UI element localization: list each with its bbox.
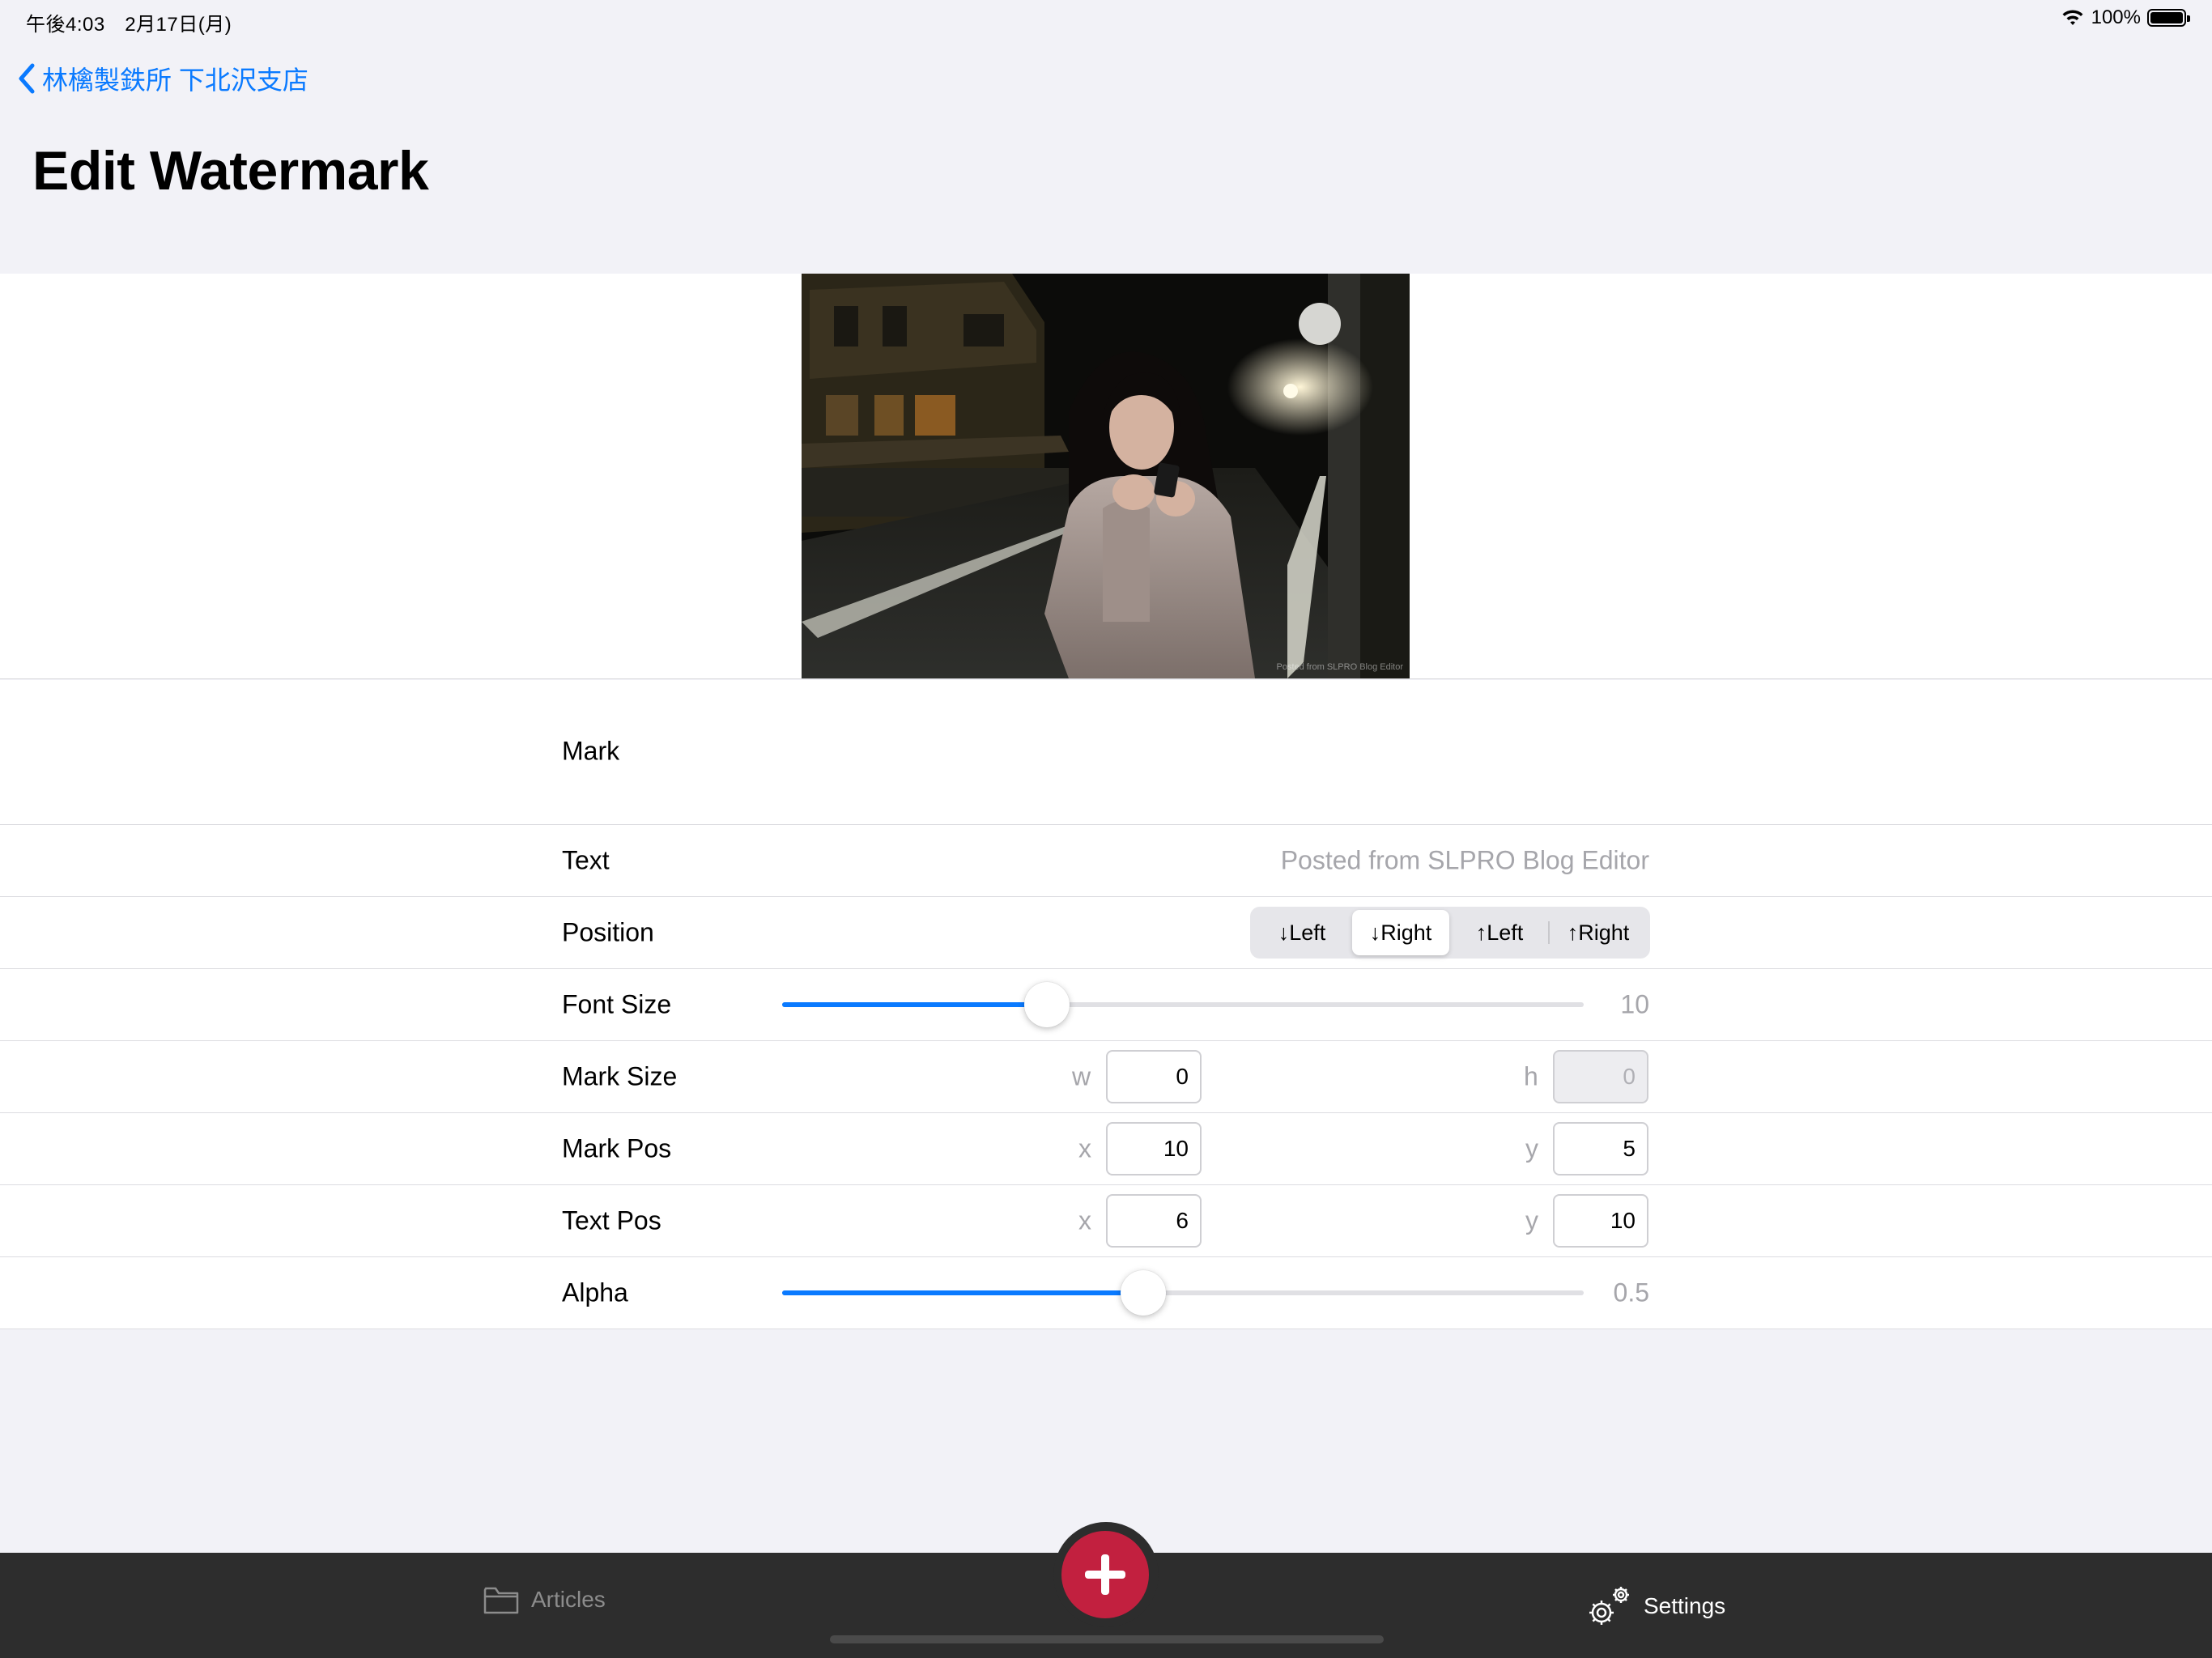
mark-size-h-label: h: [1524, 1061, 1538, 1091]
font-size-slider-fill: [782, 1002, 1047, 1007]
position-label: Position: [562, 917, 654, 947]
alpha-slider-fill: [782, 1290, 1143, 1295]
gear-icon: [1589, 1587, 1629, 1625]
font-size-label: Font Size: [562, 989, 672, 1019]
tab-articles-label: Articles: [531, 1587, 606, 1612]
row-text-pos: Text Pos x 6 y 10: [0, 1185, 2212, 1257]
watermark-text-input[interactable]: Posted from SLPRO Blog Editor: [1281, 846, 1649, 876]
mark-pos-x-label: x: [1078, 1133, 1091, 1163]
alpha-slider[interactable]: [782, 1270, 1584, 1316]
tab-settings[interactable]: Settings: [1585, 1584, 1725, 1629]
home-indicator: [830, 1635, 1384, 1643]
tab-settings-label: Settings: [1644, 1593, 1726, 1618]
position-option-bottom-right[interactable]: ↓Right: [1352, 910, 1449, 955]
position-segmented-control: ↓Left ↓Right ↑Left ↑Right: [1250, 907, 1650, 959]
row-text: Text Posted from SLPRO Blog Editor: [0, 825, 2212, 897]
mark-size-label: Mark Size: [562, 1061, 678, 1091]
position-option-top-left[interactable]: ↑Left: [1451, 910, 1548, 955]
mark-size-h-field: 0: [1553, 1050, 1648, 1103]
mark-size-w-label: w: [1072, 1061, 1091, 1091]
night-street-photo: [802, 274, 1410, 678]
mark-pos-x-field[interactable]: 10: [1106, 1122, 1202, 1175]
position-option-top-right[interactable]: ↑Right: [1550, 910, 1647, 955]
battery-icon: [2147, 9, 2190, 27]
alpha-label: Alpha: [562, 1278, 628, 1307]
watermark-form: Mark Text Posted from SLPRO Blog Editor …: [0, 680, 2212, 1329]
mark-pos-y-label: y: [1525, 1133, 1538, 1163]
watermark-preview-photo: Posted from SLPRO Blog Editor: [802, 274, 1410, 678]
chevron-left-icon: [19, 63, 35, 94]
photo-section: Posted from SLPRO Blog Editor: [0, 274, 2212, 679]
font-size-value: 10: [1620, 989, 1649, 1019]
text-pos-y-label: y: [1525, 1205, 1538, 1235]
status-bar: 午後4:03 2月17日(月) 100%: [0, 0, 2212, 37]
folder-icon: [483, 1587, 519, 1614]
row-position: Position ↓Left ↓Right ↑Left ↑Right: [0, 897, 2212, 969]
status-time: 午後4:03 2月17日(月): [26, 14, 232, 36]
photo-watermark-text: Posted from SLPRO Blog Editor: [1276, 662, 1403, 672]
back-label: 林檎製鉄所 下北沢支店: [42, 66, 308, 95]
text-pos-x-label: x: [1078, 1205, 1091, 1235]
mark-size-w-field[interactable]: 0: [1106, 1050, 1202, 1103]
add-article-button[interactable]: [1061, 1531, 1149, 1618]
mark-pos-label: Mark Pos: [562, 1133, 672, 1163]
text-pos-x-field[interactable]: 6: [1106, 1194, 1202, 1248]
mark-label: Mark: [562, 736, 620, 766]
text-pos-label: Text Pos: [562, 1205, 661, 1235]
alpha-slider-thumb[interactable]: [1120, 1270, 1166, 1316]
row-mark-pos: Mark Pos x 10 y 5: [0, 1113, 2212, 1185]
row-mark[interactable]: Mark: [0, 680, 2212, 825]
tab-articles[interactable]: Articles: [483, 1584, 606, 1616]
battery-percent: 100%: [2091, 6, 2141, 28]
alpha-value: 0.5: [1613, 1278, 1649, 1307]
back-button[interactable]: 林檎製鉄所 下北沢支店: [18, 60, 308, 97]
wifi-icon: [2062, 10, 2083, 25]
row-alpha: Alpha 0.5: [0, 1257, 2212, 1329]
position-option-bottom-left[interactable]: ↓Left: [1253, 910, 1351, 955]
row-mark-size: Mark Size w 0 h 0: [0, 1041, 2212, 1113]
text-pos-y-field[interactable]: 10: [1553, 1194, 1648, 1248]
text-label: Text: [562, 845, 610, 875]
mark-pos-y-field[interactable]: 5: [1553, 1122, 1648, 1175]
status-indicators: 100%: [2061, 6, 2190, 29]
row-font-size: Font Size 10: [0, 969, 2212, 1041]
font-size-slider-thumb[interactable]: [1023, 982, 1070, 1027]
font-size-slider[interactable]: [782, 982, 1584, 1027]
page-title: Edit Watermark: [32, 140, 429, 202]
